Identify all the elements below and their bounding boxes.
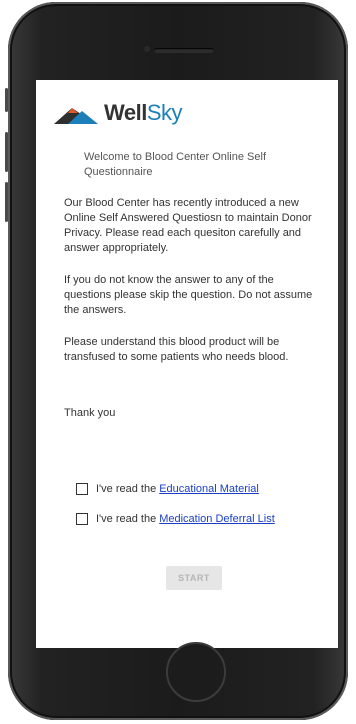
brand-name-accent: Sky — [146, 100, 183, 125]
camera-icon — [144, 46, 150, 52]
educational-material-checkbox-row[interactable]: I've read the Educational Material — [76, 483, 259, 495]
medication-deferral-checkbox-row[interactable]: I've read the Medication Deferral List — [76, 513, 275, 525]
volume-down-button — [5, 182, 8, 222]
brand-name: WellSky — [104, 100, 183, 126]
educational-material-link[interactable]: Educational Material — [159, 483, 259, 495]
checkbox-label: I've read the — [96, 513, 157, 525]
transfusion-note-paragraph: Please understand this blood product wil… — [64, 336, 289, 363]
volume-button — [5, 88, 8, 112]
skip-note-paragraph: If you do not know the answer to any of … — [64, 274, 313, 316]
wellsky-logo: WellSky — [54, 100, 183, 126]
medication-deferral-list-link[interactable]: Medication Deferral List — [159, 513, 275, 525]
thank-you-text: Thank you — [64, 407, 116, 419]
volume-up-button — [5, 132, 8, 172]
home-button[interactable] — [166, 642, 226, 702]
phone-frame: WellSky Welcome to Blood Center Online S… — [5, 2, 348, 720]
start-button[interactable]: START — [166, 566, 222, 590]
mountain-logo-icon — [54, 108, 98, 124]
medication-deferral-checkbox[interactable] — [76, 513, 88, 525]
educational-material-checkbox[interactable] — [76, 483, 88, 495]
checkbox-label: I've read the — [96, 483, 157, 495]
welcome-heading: Welcome to Blood Center Online Self Ques… — [84, 151, 266, 178]
intro-paragraph: Our Blood Center has recently introduced… — [64, 197, 312, 254]
speaker-grille — [154, 48, 214, 53]
app-screen: WellSky Welcome to Blood Center Online S… — [36, 80, 338, 648]
brand-name-main: Well — [104, 100, 147, 125]
